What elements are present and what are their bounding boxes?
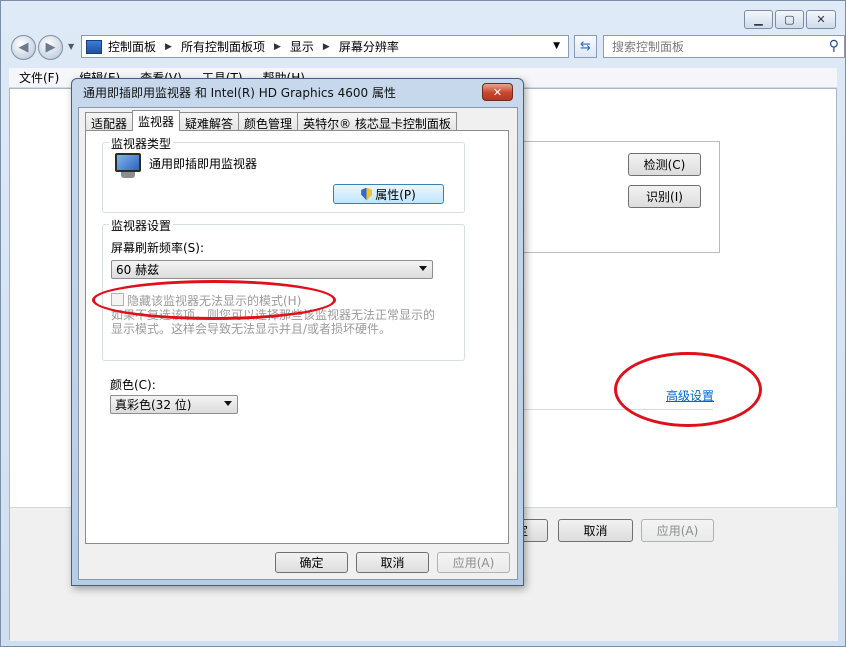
monitor-tab-panel: 监视器类型 通用即插即用监视器 属性(P) 监视器设置 屏幕刷新频率(S): 6… [85, 130, 509, 544]
apply-button: 应用(A) [437, 552, 510, 573]
window-controls: ▁ ▢ ✕ [744, 10, 836, 29]
tab-troubleshoot[interactable]: 疑难解答 [179, 112, 240, 131]
search-placeholder: 搜索控制面板 [612, 40, 685, 54]
monitor-type-group: 监视器类型 通用即插即用监视器 属性(P) [102, 135, 465, 213]
chevron-right-icon[interactable]: ▶ [274, 42, 281, 52]
control-panel-icon [86, 39, 102, 54]
navigation-bar: ◀ ▶ ▼ 控制面板 ▶ 所有控制面板项 ▶ 显示 ▶ 屏幕分辨率 ▼ ⇆ 搜索… [9, 33, 845, 61]
breadcrumb-item[interactable]: 显示 [290, 38, 314, 55]
refresh-rate-value: 60 赫兹 [116, 263, 160, 277]
shield-icon [361, 187, 373, 201]
group-label: 监视器类型 [109, 135, 174, 152]
properties-button[interactable]: 属性(P) [333, 184, 444, 204]
chevron-down-icon [224, 401, 232, 406]
search-input[interactable]: 搜索控制面板 ⚲ [603, 35, 845, 58]
minimize-icon[interactable]: ▁ [744, 10, 773, 29]
hide-modes-checkbox[interactable] [111, 293, 124, 306]
breadcrumb-item[interactable]: 屏幕分辨率 [339, 38, 399, 55]
cancel-button[interactable]: 取消 [356, 552, 429, 573]
hide-modes-label: 隐藏该监视器无法显示的模式(H) [127, 294, 302, 308]
close-icon[interactable]: ✕ [482, 83, 513, 101]
tab-adapter[interactable]: 适配器 [85, 112, 134, 131]
detect-button[interactable]: 检测(C) [628, 153, 701, 176]
colors-select[interactable]: 真彩色(32 位) [110, 395, 238, 414]
breadcrumb-item[interactable]: 控制面板 [108, 38, 156, 55]
group-label: 监视器设置 [109, 217, 174, 234]
breadcrumb: 控制面板 ▶ 所有控制面板项 ▶ 显示 ▶ 屏幕分辨率 [108, 38, 399, 55]
refresh-rate-select[interactable]: 60 赫兹 [111, 260, 433, 279]
tab-color-management[interactable]: 颜色管理 [238, 112, 299, 131]
colors-label: 颜色(C): [110, 378, 156, 392]
monitor-name: 通用即插即用监视器 [149, 157, 258, 171]
chevron-right-icon[interactable]: ▶ [323, 42, 330, 52]
chevron-down-icon [419, 266, 427, 271]
ok-button[interactable]: 确定 [275, 552, 348, 573]
refresh-icon[interactable]: ⇆ [574, 35, 597, 58]
chevron-right-icon[interactable]: ▶ [165, 42, 172, 52]
advanced-settings-link[interactable]: 高级设置 [666, 387, 714, 404]
menu-file[interactable]: 文件(F) [9, 69, 69, 86]
dialog-title: 通用即插即用监视器 和 Intel(R) HD Graphics 4600 属性 [83, 86, 396, 100]
tab-bar: 适配器 监视器 疑难解答 颜色管理 英特尔® 核芯显卡控制面板 [85, 110, 457, 131]
chevron-down-icon[interactable]: ▼ [553, 41, 560, 51]
properties-button-label: 属性(P) [375, 187, 416, 202]
refresh-rate-label: 屏幕刷新频率(S): [111, 241, 205, 255]
monitor-settings-group: 监视器设置 屏幕刷新频率(S): 60 赫兹 隐藏该监视器无法显示的模式(H) … [102, 217, 465, 361]
cancel-button[interactable]: 取消 [558, 519, 633, 542]
apply-button: 应用(A) [641, 519, 714, 542]
identify-button[interactable]: 识别(I) [628, 185, 701, 208]
history-dropdown-icon[interactable]: ▼ [68, 42, 74, 51]
close-icon[interactable]: ✕ [806, 10, 836, 29]
forward-icon[interactable]: ▶ [38, 35, 63, 60]
colors-value: 真彩色(32 位) [115, 398, 192, 412]
search-icon[interactable]: ⚲ [829, 38, 839, 54]
maximize-icon[interactable]: ▢ [775, 10, 804, 29]
tab-intel-graphics[interactable]: 英特尔® 核芯显卡控制面板 [297, 112, 457, 131]
hide-modes-help: 如果不复选该项，则您可以选择那些该监视器无法正常显示的显示模式。这样会导致无法显… [111, 308, 436, 336]
back-icon[interactable]: ◀ [11, 35, 36, 60]
tab-monitor[interactable]: 监视器 [132, 110, 181, 131]
breadcrumb-item[interactable]: 所有控制面板项 [181, 38, 265, 55]
address-bar[interactable]: 控制面板 ▶ 所有控制面板项 ▶ 显示 ▶ 屏幕分辨率 ▼ [81, 35, 569, 58]
dialog-body: 适配器 监视器 疑难解答 颜色管理 英特尔® 核芯显卡控制面板 监视器类型 通用… [78, 107, 518, 580]
monitor-properties-dialog: 通用即插即用监视器 和 Intel(R) HD Graphics 4600 属性… [71, 78, 524, 586]
monitor-icon [112, 153, 143, 179]
